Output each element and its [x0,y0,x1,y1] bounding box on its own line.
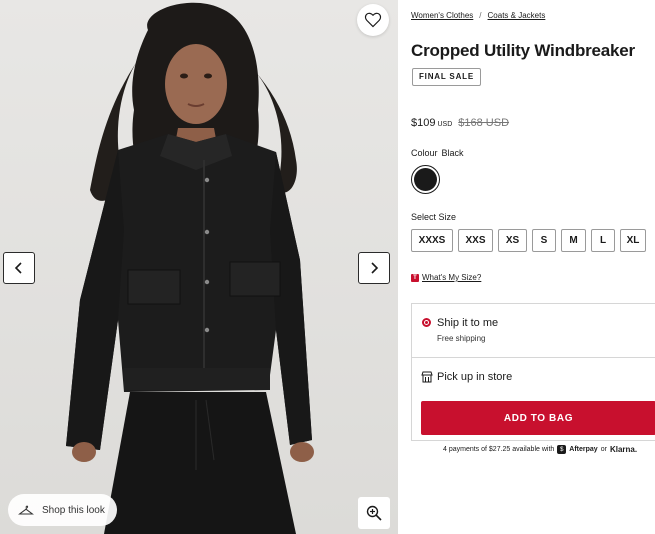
pick-up-label: Pick up in store [437,371,513,383]
installment-text: 4 payments of $27.25 available with [443,446,555,453]
shop-this-look-label: Shop this look [42,504,105,516]
sale-price-amount: $109 [411,117,436,129]
size-option-xxs[interactable]: XXS [458,229,493,252]
zoom-in-icon [366,505,382,521]
installment-message: 4 payments of $27.25 available with $ Af… [443,445,637,454]
heart-icon [364,12,382,28]
afterpay-icon: $ [557,445,567,454]
breadcrumb-separator: / [479,11,482,20]
ship-radio-selected[interactable] [422,318,431,327]
breadcrumb-item-coats-jackets[interactable]: Coats & Jackets [488,11,546,20]
final-sale-badge: FINAL SALE [412,68,481,86]
price-row: $109 USD $168 USD [411,117,509,129]
whats-my-size-link[interactable]: What's My Size? [422,273,481,282]
size-option-xl[interactable]: XL [620,229,646,252]
size-guide: T What's My Size? [411,273,481,282]
chevron-right-icon [371,262,379,274]
size-option-xxxs[interactable]: XXXS [411,229,453,252]
ship-title: Ship it to me [437,317,499,329]
ship-to-me-option[interactable]: Ship it to me Free shipping [412,304,655,357]
afterpay-link[interactable]: Afterpay [569,446,597,453]
size-selector: XXXS XXS XS S M L XL [411,229,646,252]
breadcrumb: Women's Clothes / Coats & Jackets [411,11,545,20]
breadcrumb-item-womens-clothes[interactable]: Women's Clothes [411,11,473,20]
store-icon [421,371,433,383]
size-option-xs[interactable]: XS [498,229,527,252]
product-title: Cropped Utility Windbreaker [411,41,635,60]
product-gallery: Shop this look [0,0,398,534]
size-option-m[interactable]: M [561,229,586,252]
add-to-bag-button[interactable]: ADD TO BAG [421,401,655,435]
or-text: or [600,446,607,453]
fulfillment-box: Ship it to me Free shipping Pick up in s… [411,303,655,441]
colour-swatch-black[interactable] [411,165,440,194]
size-option-l[interactable]: L [591,229,615,252]
hanger-icon [18,505,34,515]
product-details: Women's Clothes / Coats & Jackets Croppe… [398,0,655,534]
zoom-button[interactable] [358,497,390,529]
size-label: Select Size [411,212,457,222]
colour-label: Colour [411,148,438,158]
colour-row: Colour Black [411,148,464,158]
wishlist-button[interactable] [357,4,389,36]
colour-value: Black [441,148,464,158]
next-image-button[interactable] [358,252,390,284]
shop-this-look-button[interactable]: Shop this look [8,494,117,526]
product-photo [0,0,398,534]
ship-subtitle: Free shipping [437,334,486,343]
pick-up-in-store-option[interactable]: Pick up in store [412,358,655,396]
sale-price-currency: USD [437,121,453,128]
klarna-link[interactable]: Klarna. [610,445,637,454]
swatch-fill [414,168,437,191]
sale-price: $109 USD [411,117,452,129]
original-price: $168 USD [458,117,510,129]
true-fit-logo-icon: T [411,273,419,282]
previous-image-button[interactable] [3,252,35,284]
chevron-left-icon [14,262,22,274]
size-option-s[interactable]: S [532,229,556,252]
